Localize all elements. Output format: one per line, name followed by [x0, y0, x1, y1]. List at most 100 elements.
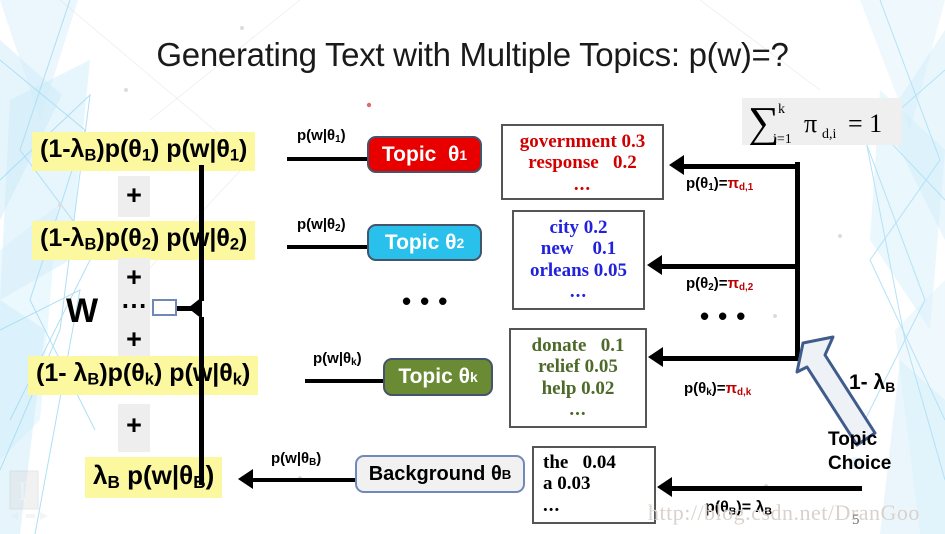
slide-canvas: Generating Text with Multiple Topics: p(…	[0, 0, 945, 534]
edge-label-1: p(w|θ1)	[297, 127, 346, 146]
one-minus-lambda-label: 1- λB	[849, 371, 896, 396]
word-text: donate	[531, 335, 587, 356]
pi-arrowhead-background	[657, 477, 672, 497]
word-row: new 0.1	[514, 238, 643, 259]
constraint-equation: ∑ k i=1 π d,i = 1	[742, 98, 902, 145]
pi-prefix: p(θ	[686, 175, 709, 192]
pi-prefix: p(θ	[686, 275, 709, 292]
word-prob: 0.3	[621, 131, 646, 152]
word-box-topic-1: government 0.3 response 0.2 ...	[501, 124, 664, 200]
page-number: 5	[852, 512, 860, 528]
topic-pill-background[interactable]: Background θB	[355, 455, 525, 493]
mixture-row-1: (1-λB)p(θ1) p(w|θ1)	[32, 132, 256, 172]
plus-sign-1: +	[118, 176, 150, 217]
word-text: a	[543, 473, 553, 495]
plus-sign-4: +	[118, 404, 150, 452]
word-ellipsis: ...	[569, 398, 587, 420]
word-row: government 0.3	[503, 131, 662, 152]
pi-subscript: d,1	[739, 182, 754, 194]
word-text: orleans	[529, 259, 590, 281]
pi-arrow-2	[662, 264, 799, 269]
pi-symbol: π	[725, 380, 738, 397]
word-prob: 0.03	[557, 473, 591, 495]
group-bracket-tip	[188, 297, 202, 319]
pi-equals: )=	[713, 275, 728, 292]
pi-prefix: p(θ	[684, 380, 707, 397]
summation-pi: π	[804, 109, 817, 138]
mixture-row-2: (1-λB)p(θ2) p(w|θ2)	[32, 221, 256, 261]
w-symbol: W	[66, 292, 99, 330]
word-prob: 0.2	[583, 217, 608, 238]
word-row: help 0.02	[511, 378, 645, 399]
summation-lower-limit: i=1	[773, 132, 792, 145]
word-row: relief 0.05	[511, 356, 645, 377]
summation-rhs: = 1	[848, 109, 882, 138]
topic-pill-2[interactable]: Topic θ2	[367, 224, 482, 261]
topic-ellipsis: •••	[402, 286, 457, 316]
edge-label-2: p(w|θ2)	[297, 216, 346, 235]
group-bracket-upper	[199, 165, 204, 301]
mixture-ellipsis: ⋯	[121, 290, 147, 320]
word-text: new	[540, 238, 574, 260]
pi-symbol: π	[727, 175, 740, 192]
edge-line-background	[253, 478, 358, 482]
topic-choice-caption: Topic Choice	[828, 428, 938, 476]
word-ellipsis: ...	[543, 494, 561, 516]
pi-arrow-k	[663, 356, 799, 361]
word-text: the	[543, 452, 569, 473]
word-prob: 0.02	[581, 377, 615, 399]
edge-line-1	[287, 157, 369, 161]
pi-arrowhead-k	[648, 347, 663, 367]
pi-arrowhead-2	[647, 255, 662, 275]
word-prob: 0.05	[584, 356, 618, 378]
edge-label-background: p(w|θB)	[271, 450, 322, 469]
word-row: orleans 0.05	[514, 260, 643, 281]
pi-arrow-1	[684, 164, 799, 169]
word-row: city 0.2	[514, 217, 643, 238]
pi-subscript: d,k	[737, 387, 752, 399]
word-text: help	[541, 377, 577, 399]
word-box-background: the 0.04 a 0.03 ...	[532, 446, 656, 524]
pi-label-k: p(θk)=πd,k	[684, 381, 751, 398]
word-prob: 0.05	[593, 259, 628, 281]
pi-equals: )=	[713, 175, 728, 192]
word-row: a 0.03	[543, 473, 654, 494]
summation-upper-limit: k	[778, 102, 785, 117]
watermark-text: http://blog.csdn.net/DranGoo	[648, 500, 920, 525]
pi-symbol: π	[727, 275, 740, 292]
w-connector-box	[152, 299, 177, 316]
word-text: government	[519, 131, 617, 152]
pi-subscript: d,2	[739, 282, 754, 294]
edge-line-2	[287, 245, 369, 249]
pi-equals: )=	[711, 380, 726, 397]
word-text: response	[528, 152, 599, 174]
edge-label-k: p(w|θk)	[313, 350, 362, 369]
word-row: the 0.04	[543, 452, 654, 473]
word-row: response 0.2	[503, 152, 662, 173]
pi-arrow-background	[672, 486, 862, 491]
word-row: donate 0.1	[511, 335, 645, 356]
edge-arrowhead-background	[238, 469, 253, 489]
word-ellipsis: ...	[573, 173, 592, 195]
pi-label-2: p(θ2)=πd,2	[686, 276, 753, 293]
pi-label-1: p(θ1)=πd,1	[686, 176, 753, 193]
word-box-topic-2: city 0.2 new 0.1 orleans 0.05 ...	[512, 210, 645, 310]
topic-choice-line-2: Choice	[828, 452, 892, 474]
pi-arrowhead-1	[669, 155, 684, 175]
word-text: relief	[538, 356, 580, 378]
summation-pi-subscript: d,i	[822, 127, 837, 142]
word-prob: 0.04	[582, 452, 616, 473]
page-title: Generating Text with Multiple Topics: p(…	[156, 36, 789, 73]
word-prob: 0.1	[600, 335, 625, 356]
topic-pill-k[interactable]: Topic θk	[383, 358, 493, 396]
word-box-topic-k: donate 0.1 relief 0.05 help 0.02 ...	[509, 328, 647, 428]
topic-pill-1[interactable]: Topic θ1	[367, 136, 482, 173]
mixture-row-k: (1- λB)p(θk) p(w|θk)	[28, 356, 259, 396]
word-text: city	[549, 217, 580, 238]
word-prob: 0.2	[612, 152, 637, 174]
topic-choice-line-1: Topic	[828, 429, 878, 450]
svg-text:I: I	[18, 477, 27, 506]
edge-line-k	[305, 379, 385, 383]
pi-ellipsis: •••	[700, 301, 755, 331]
corner-toolbar-icon: I	[9, 470, 48, 520]
